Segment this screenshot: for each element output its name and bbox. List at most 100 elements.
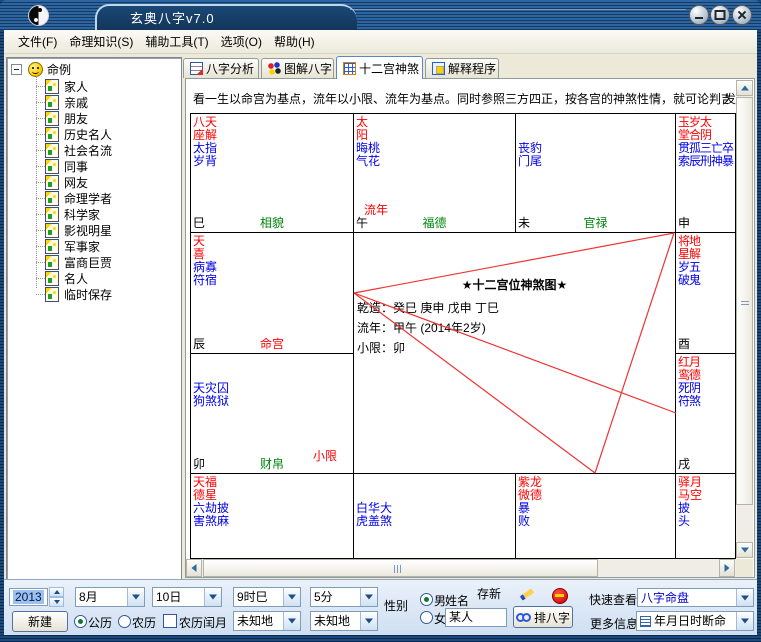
month-select[interactable]: 8月 (75, 587, 145, 607)
year-input[interactable]: 2013 (9, 588, 48, 606)
chevron-down-icon[interactable] (204, 588, 221, 606)
tree-item-numerologists[interactable]: 命理学者 (45, 190, 112, 206)
tree-item-temp-save[interactable]: 临时保存 (45, 286, 112, 302)
lunar-calendar-radio[interactable] (118, 615, 131, 628)
palace-cell-you: 将地 星解 岁五 破鬼 酉 (676, 233, 736, 354)
close-button[interactable] (732, 5, 752, 25)
intro-text-overflow: 发 (724, 90, 736, 107)
menu-help[interactable]: 帮助(H) (268, 31, 321, 52)
tab-label: 八字分析 (206, 60, 254, 77)
star-blue: 岁背 (193, 155, 353, 168)
list-icon (640, 616, 651, 627)
chevron-down-icon[interactable] (127, 588, 144, 606)
paipan-button[interactable]: 排八字 (513, 606, 573, 628)
case-folder-icon (45, 207, 59, 222)
star-blue: 符煞 (678, 395, 735, 408)
scroll-left-button[interactable] (186, 559, 202, 577)
case-folder-icon (45, 271, 59, 286)
stop-sign-icon[interactable] (552, 588, 568, 604)
tree-root-mingli[interactable]: 命例 (11, 61, 71, 77)
tab-explain-program[interactable]: 解释程序 (425, 58, 499, 78)
tree-item-tycoons[interactable]: 富商巨贾 (45, 254, 112, 270)
hour-select[interactable]: 9时巳 (233, 587, 301, 607)
yin-yang-app-icon (28, 5, 49, 26)
paipan-button-label: 排八字 (534, 609, 570, 626)
place1-select[interactable]: 未知地 (233, 611, 301, 631)
star-blue: 气花 (356, 155, 515, 168)
tree-item-historical[interactable]: 历史名人 (45, 126, 112, 142)
place1-value: 未知地 (237, 613, 283, 629)
tree-collapse-icon[interactable] (11, 64, 22, 75)
solar-calendar-label[interactable]: 公历 (88, 614, 112, 631)
minimize-button[interactable] (689, 5, 709, 25)
star-red: 喜 (193, 248, 353, 261)
case-folder-icon (45, 143, 59, 158)
more-info-value: 年月日时断命 (654, 613, 736, 629)
place2-select[interactable]: 未知地 (310, 611, 378, 631)
horizontal-scroll-thumb[interactable] (203, 559, 598, 577)
year-down-button[interactable] (49, 597, 64, 607)
year-spinner (49, 587, 64, 607)
scroll-right-button[interactable] (719, 559, 735, 577)
menu-knowledge[interactable]: 命理知识(S) (63, 31, 139, 52)
palace-cell-si: 八天 座解 太指 岁背 巳 相貌 (191, 114, 354, 233)
scroll-up-button[interactable] (736, 80, 753, 96)
menu-options[interactable]: 选项(O) (215, 31, 268, 52)
maximize-button[interactable] (710, 5, 730, 25)
chart-title: ★十二宫位神煞图★ (354, 276, 675, 293)
chevron-down-icon[interactable] (283, 588, 300, 606)
smiley-icon (28, 62, 43, 77)
tree-item-netfriends[interactable]: 网友 (45, 174, 88, 190)
save-new-label[interactable]: 存新 (477, 585, 501, 602)
solar-calendar-radio[interactable] (74, 615, 87, 628)
male-radio[interactable] (420, 593, 433, 606)
star-blue: 头 (678, 515, 735, 528)
day-select[interactable]: 10日 (152, 587, 222, 607)
tab-bazi-analysis[interactable]: 八字分析 (183, 58, 259, 78)
chevron-down-icon[interactable] (360, 588, 377, 606)
more-info-select[interactable]: 年月日时断命 (636, 611, 754, 631)
tree-item-friends[interactable]: 朋友 (45, 110, 88, 126)
tree-item-scientists[interactable]: 科学家 (45, 206, 100, 222)
branch-label: 申 (678, 214, 690, 231)
tree-item-movie-stars[interactable]: 影视明星 (45, 222, 112, 238)
tree-item-colleagues[interactable]: 同事 (45, 158, 88, 174)
star-blue: 害煞麻 (193, 515, 353, 528)
scroll-down-button[interactable] (736, 542, 753, 558)
minute-select[interactable]: 5分 (310, 587, 378, 607)
horizontal-scrollbar[interactable] (186, 559, 736, 577)
chevron-down-icon[interactable] (360, 612, 377, 630)
lunar-calendar-label[interactable]: 农历 (132, 614, 156, 631)
tree-item-label: 家人 (64, 78, 88, 95)
chevron-down-icon[interactable] (736, 612, 753, 630)
grid-table-icon (343, 62, 356, 75)
tree-item-military[interactable]: 军事家 (45, 238, 100, 254)
leap-month-checkbox[interactable] (163, 614, 177, 628)
tab-tujie-bazi[interactable]: 图解八字 (261, 58, 334, 78)
chevron-down-icon[interactable] (736, 589, 753, 606)
year-up-button[interactable] (49, 587, 64, 597)
leap-month-label[interactable]: 农历闰月 (179, 614, 227, 631)
vertical-scroll-thumb[interactable] (736, 97, 753, 505)
edit-pencil-icon[interactable] (519, 586, 535, 602)
tree-item-famous[interactable]: 名人 (45, 270, 88, 286)
female-radio[interactable] (420, 611, 433, 624)
menu-tools[interactable]: 辅助工具(T) (139, 31, 214, 52)
glasses-icon (516, 613, 531, 622)
titlebar-stripe (350, 9, 686, 10)
menu-file[interactable]: 文件(F) (12, 31, 63, 52)
tree-item-family[interactable]: 家人 (45, 78, 88, 94)
vertical-scrollbar[interactable] (736, 80, 753, 558)
new-button[interactable]: 新建 (12, 611, 68, 632)
name-input[interactable]: 某人 (445, 608, 507, 627)
palace-cell-wei: 丧豹 门尾 未 官禄 (516, 114, 676, 233)
name-value: 某人 (449, 610, 473, 624)
tab-twelve-palace-shensha[interactable]: 十二宫神煞 (336, 56, 423, 79)
chevron-down-icon[interactable] (283, 612, 300, 630)
tree-item-celebrities[interactable]: 社会名流 (45, 142, 112, 158)
star-red: 微德 (518, 489, 675, 502)
tree-item-relatives[interactable]: 亲戚 (45, 94, 88, 110)
palace-name-minggong: 命宫 (191, 335, 353, 352)
palace-cell-yin: 天福 德星 六劫披 害煞麻 (191, 474, 354, 559)
quick-view-select[interactable]: 八字命盘 (637, 588, 754, 607)
